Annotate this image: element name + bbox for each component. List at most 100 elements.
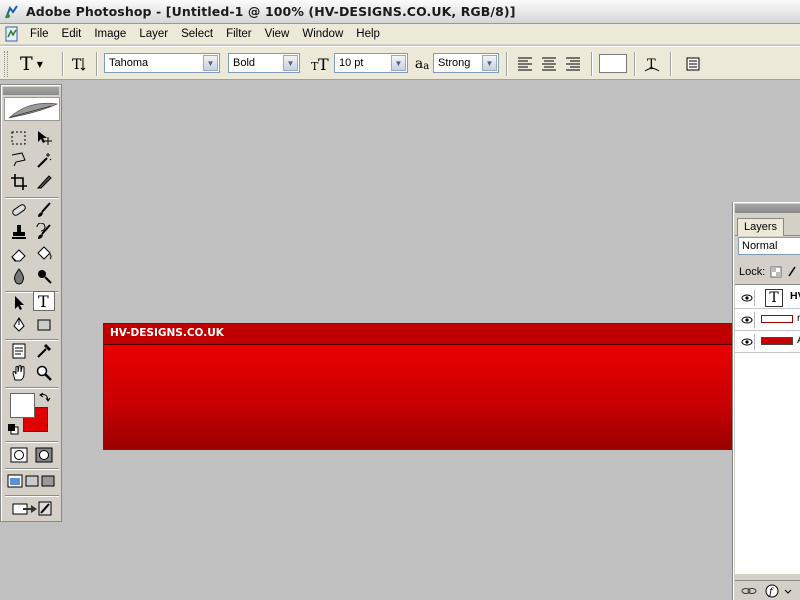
brush-tool[interactable] — [33, 200, 55, 220]
layer-row[interactable]: T HV — [735, 287, 800, 309]
layer-name[interactable]: HV — [790, 290, 800, 302]
eraser-tool[interactable] — [8, 244, 30, 264]
font-size-select[interactable]: 10 pt ▼ — [334, 53, 408, 73]
history-brush-tool[interactable] — [33, 222, 55, 242]
align-left-button[interactable] — [513, 52, 537, 76]
antialias-select[interactable]: Strong ▼ — [433, 53, 499, 73]
menu-layer[interactable]: Layer — [133, 28, 175, 40]
align-center-button[interactable] — [537, 52, 561, 76]
font-style-select[interactable]: Bold ▼ — [228, 53, 300, 73]
dodge-tool[interactable] — [33, 266, 55, 286]
slice-tool[interactable] — [33, 172, 55, 192]
background-color-swatch[interactable] — [10, 393, 35, 418]
full-screen-button[interactable] — [39, 471, 57, 491]
visibility-eye-icon[interactable] — [739, 312, 755, 328]
lock-transparency-icon[interactable] — [770, 266, 782, 278]
text-orientation-button[interactable]: T — [67, 52, 91, 76]
dodge-icon — [38, 270, 52, 284]
layers-list: T HV r A — [735, 284, 800, 574]
eyedropper-tool[interactable] — [33, 341, 55, 361]
menu-window[interactable]: Window — [296, 28, 350, 40]
tool-preset-picker[interactable]: T ▼ — [20, 53, 56, 75]
move-tool[interactable] — [33, 128, 55, 148]
type-tool[interactable]: T — [33, 291, 55, 311]
window-title: Adobe Photoshop - [Untitled-1 @ 100% (HV… — [26, 4, 516, 19]
lock-label: Lock: — [739, 266, 766, 278]
layer-row[interactable]: r — [735, 309, 800, 331]
layer-row[interactable]: A — [735, 331, 800, 353]
menu-edit[interactable]: Edit — [56, 28, 89, 40]
paint-bucket-tool[interactable] — [33, 244, 55, 264]
toolbox-title-bar[interactable] — [3, 87, 59, 95]
default-colors-icon[interactable] — [7, 423, 19, 435]
magic-wand-tool[interactable] — [33, 150, 55, 170]
layer-style-icon[interactable]: f — [765, 584, 779, 598]
svg-text:T: T — [38, 292, 49, 310]
menu-image[interactable]: Image — [88, 28, 133, 40]
chevron-down-icon[interactable] — [783, 584, 793, 598]
document-icon[interactable] — [3, 25, 21, 43]
lock-pixels-icon[interactable] — [787, 266, 797, 278]
align-left-icon — [518, 57, 532, 71]
text-color-swatch[interactable] — [599, 54, 627, 73]
chevron-down-icon[interactable]: ▼ — [482, 55, 497, 71]
separator — [5, 197, 59, 199]
chevron-down-icon: ▼ — [36, 59, 43, 69]
chevron-down-icon[interactable]: ▼ — [203, 55, 218, 71]
align-right-button[interactable] — [561, 52, 585, 76]
notes-tool[interactable] — [8, 341, 30, 361]
rectangle-tool[interactable] — [33, 315, 55, 335]
crop-tool[interactable] — [8, 172, 30, 192]
menu-help[interactable]: Help — [350, 28, 387, 40]
magnifier-icon — [36, 365, 52, 381]
standard-mode-button[interactable] — [8, 445, 30, 465]
font-family-select[interactable]: Tahoma ▼ — [104, 53, 220, 73]
visibility-eye-icon[interactable] — [739, 334, 755, 350]
menu-select[interactable]: Select — [175, 28, 220, 40]
rectangular-marquee-icon — [11, 131, 26, 145]
palettes-button[interactable] — [681, 52, 705, 76]
marquee-tool[interactable] — [8, 128, 30, 148]
chevron-down-icon[interactable]: ▼ — [391, 55, 406, 71]
menu-view[interactable]: View — [259, 28, 297, 40]
options-bar-grip[interactable] — [4, 51, 8, 77]
pen-icon — [13, 317, 25, 332]
chevron-down-icon[interactable]: ▼ — [283, 55, 298, 71]
svg-text:T: T — [647, 57, 656, 72]
tab-layers[interactable]: Layers — [737, 218, 785, 236]
visibility-eye-icon[interactable] — [739, 290, 755, 306]
hand-icon — [12, 365, 25, 381]
quick-mask-button[interactable] — [33, 445, 55, 465]
eraser-icon — [11, 249, 26, 262]
move-icon — [38, 131, 52, 145]
blur-tool[interactable] — [8, 266, 30, 286]
swap-colors-icon[interactable] — [39, 391, 51, 403]
document-canvas[interactable]: HV-DESIGNS.CO.UK — [103, 323, 743, 450]
stamp-icon — [12, 225, 26, 239]
menu-filter[interactable]: Filter — [220, 28, 259, 40]
palette-title-bar[interactable] — [735, 204, 800, 213]
zoom-tool[interactable] — [33, 363, 55, 383]
standard-screen-mode-button[interactable] — [6, 471, 24, 491]
jump-to-imageready-button[interactable] — [8, 498, 54, 518]
pen-tool[interactable] — [8, 315, 30, 335]
blend-mode-select[interactable]: Normal — [738, 237, 800, 255]
photoshop-window-icon[interactable] — [4, 4, 20, 20]
history-brush-icon — [36, 223, 51, 239]
text-layer-thumbnail-icon: T — [765, 289, 783, 307]
adobe-online-button[interactable] — [4, 97, 60, 121]
lasso-tool[interactable] — [8, 150, 30, 170]
warp-text-button[interactable]: T — [640, 52, 664, 76]
notes-icon — [12, 343, 26, 359]
banner-text[interactable]: HV-DESIGNS.CO.UK — [110, 327, 224, 339]
text-orientation-icon: T — [72, 57, 86, 73]
healing-brush-tool[interactable] — [8, 200, 30, 220]
separator — [5, 387, 59, 389]
clone-stamp-tool[interactable] — [8, 222, 30, 242]
hand-tool[interactable] — [8, 363, 30, 383]
link-icon[interactable] — [741, 585, 757, 597]
menu-file[interactable]: File — [24, 28, 56, 40]
slice-icon — [36, 175, 52, 189]
path-selection-tool[interactable] — [8, 293, 30, 313]
palettes-icon — [686, 57, 700, 71]
